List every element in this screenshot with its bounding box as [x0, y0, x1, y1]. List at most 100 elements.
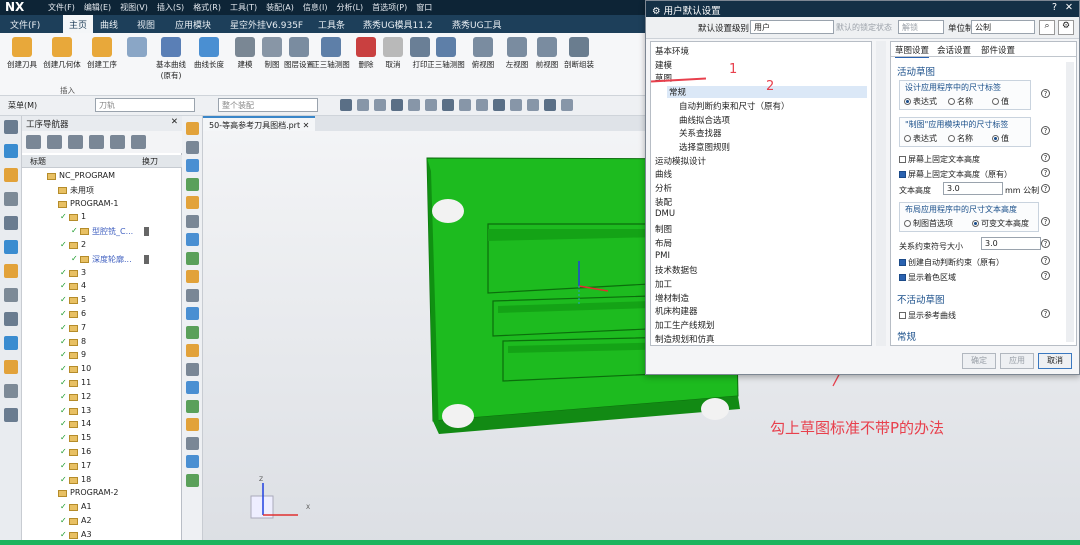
vertical-tool-icon[interactable]: [186, 418, 199, 431]
menu-item[interactable]: 装配(A): [266, 2, 294, 13]
resource-tab-icon[interactable]: [4, 120, 18, 134]
view-icon[interactable]: [459, 99, 471, 111]
tree-row[interactable]: ✓ 深度轮廓...: [22, 253, 182, 267]
resource-tab-icon[interactable]: [4, 240, 18, 254]
help-icon[interactable]: ?: [1041, 168, 1050, 177]
cancel-button[interactable]: 取消: [1038, 353, 1072, 369]
ribbon-tab[interactable]: 曲线: [100, 18, 118, 31]
ribbon-button[interactable]: 俯视图: [464, 37, 502, 70]
category-item[interactable]: 曲线: [655, 168, 672, 180]
vertical-tool-icon[interactable]: [186, 233, 199, 246]
resource-tab-icon[interactable]: [4, 408, 18, 422]
menu-item[interactable]: 编辑(E): [84, 2, 111, 13]
tree-row[interactable]: ✓ 9: [22, 349, 182, 363]
checkbox-shaded-regions[interactable]: 显示着色区域: [899, 272, 956, 283]
vertical-tool-icon[interactable]: [186, 122, 199, 135]
tree-row[interactable]: ✓ 11: [22, 377, 182, 391]
vertical-tool-icon[interactable]: [186, 399, 199, 413]
tree-row[interactable]: ✓ 17: [22, 460, 182, 474]
vertical-tool-icon[interactable]: [186, 381, 199, 394]
radio-expression[interactable]: 表达式: [904, 133, 937, 144]
tree-row[interactable]: ✓ A2: [22, 515, 182, 529]
category-item[interactable]: 建模: [655, 59, 672, 71]
help-icon[interactable]: ?: [1041, 256, 1050, 265]
menu-button[interactable]: 菜单(M): [8, 100, 37, 111]
resource-tab-icon[interactable]: [4, 192, 18, 206]
resource-tab-icon[interactable]: [4, 336, 18, 350]
vertical-tool-icon[interactable]: [186, 288, 199, 302]
help-icon[interactable]: ?: [1041, 271, 1050, 280]
vertical-tool-icon[interactable]: [186, 473, 199, 487]
vertical-tool-icon[interactable]: [186, 307, 199, 320]
apply-button[interactable]: 应用: [1000, 353, 1034, 369]
tree-row[interactable]: NC_PROGRAM: [22, 170, 182, 184]
vertical-tool-icon[interactable]: [186, 196, 199, 209]
view-icon[interactable]: [391, 99, 403, 111]
settings-tab[interactable]: 会话设置: [937, 44, 971, 56]
view-icon[interactable]: [374, 99, 386, 111]
category-item[interactable]: 选择意图规则: [679, 141, 730, 153]
vertical-tool-icon[interactable]: [186, 362, 199, 376]
view-icon[interactable]: [357, 99, 369, 111]
category-item[interactable]: PMI: [655, 251, 670, 261]
help-icon[interactable]: ?: [1041, 126, 1050, 135]
resource-tab-icon[interactable]: [4, 168, 18, 182]
tree-row[interactable]: ✓ 7: [22, 322, 182, 336]
tree-row[interactable]: ✓ 14: [22, 418, 182, 432]
help-icon[interactable]: ?: [1041, 309, 1050, 318]
tree-row[interactable]: PROGRAM-2: [22, 487, 182, 501]
vertical-tool-icon[interactable]: [186, 159, 199, 172]
view-icon[interactable]: [510, 99, 522, 111]
resource-tab-icon[interactable]: [4, 312, 18, 326]
tree-row[interactable]: ✓ 6: [22, 308, 182, 322]
checkbox-reference-curves[interactable]: 显示参考曲线: [899, 310, 956, 321]
resource-tab-icon[interactable]: [4, 144, 18, 158]
ribbon-button[interactable]: 曲线长度: [190, 37, 228, 70]
category-item[interactable]: 运动模拟设计: [655, 155, 706, 167]
ribbon-button[interactable]: 创建几何体: [43, 37, 81, 70]
menu-item[interactable]: 窗口: [416, 2, 432, 13]
menu-item[interactable]: 格式(R): [193, 2, 221, 13]
close-icon[interactable]: ✕: [171, 117, 178, 127]
menu-item[interactable]: 工具(T): [230, 2, 257, 13]
help-icon[interactable]: ?: [1041, 239, 1050, 248]
settings-tab[interactable]: 部件设置: [981, 44, 1015, 56]
navigator-tool-icon[interactable]: [89, 135, 104, 149]
menu-item[interactable]: 首选项(P): [372, 2, 407, 13]
navigator-tool-icon[interactable]: [68, 135, 83, 149]
category-item[interactable]: 关系查找器: [679, 127, 722, 139]
category-item[interactable]: 自动判断约束和尺寸（原有）: [679, 100, 790, 112]
resource-tab-icon[interactable]: [4, 264, 18, 278]
view-icon[interactable]: [527, 99, 539, 111]
view-icon[interactable]: [544, 99, 556, 111]
radio-value[interactable]: 值: [992, 96, 1009, 107]
vertical-tool-icon[interactable]: [186, 251, 199, 265]
part-tab[interactable]: 50-等高参考刀具图档.prt ✕: [203, 116, 316, 131]
view-icon[interactable]: [476, 99, 488, 111]
vertical-tool-icon[interactable]: [186, 214, 199, 228]
tree-row[interactable]: ✓ A1: [22, 501, 182, 515]
help-icon[interactable]: ?: [1052, 2, 1057, 13]
category-item[interactable]: 布局: [655, 237, 672, 249]
tree-row[interactable]: PROGRAM-1: [22, 198, 182, 212]
category-item[interactable]: 增材制造: [655, 292, 689, 304]
category-item[interactable]: 曲线拟合选项: [679, 114, 730, 126]
category-item[interactable]: 加工生产线规划: [655, 319, 715, 331]
view-icon[interactable]: [442, 99, 454, 111]
category-item[interactable]: 机床构建器: [655, 305, 698, 317]
menu-item[interactable]: 分析(L): [336, 2, 363, 13]
category-scrollbar[interactable]: [876, 41, 886, 346]
level-select[interactable]: 用户: [750, 20, 834, 34]
view-icon[interactable]: [340, 99, 352, 111]
ribbon-tab[interactable]: 主页: [63, 15, 94, 33]
menu-item[interactable]: 文件(F): [48, 2, 75, 13]
view-icon[interactable]: [493, 99, 505, 111]
navigator-tool-icon[interactable]: [47, 135, 62, 149]
help-icon[interactable]: ?: [1041, 153, 1050, 162]
resource-tab-icon[interactable]: [4, 216, 18, 230]
settings-icon[interactable]: ⚙: [1058, 20, 1074, 35]
ribbon-tab[interactable]: 文件(F): [10, 18, 40, 31]
help-icon[interactable]: ?: [1041, 184, 1050, 193]
tree-row[interactable]: ✓ 15: [22, 432, 182, 446]
radio-expression[interactable]: 表达式: [904, 96, 937, 107]
